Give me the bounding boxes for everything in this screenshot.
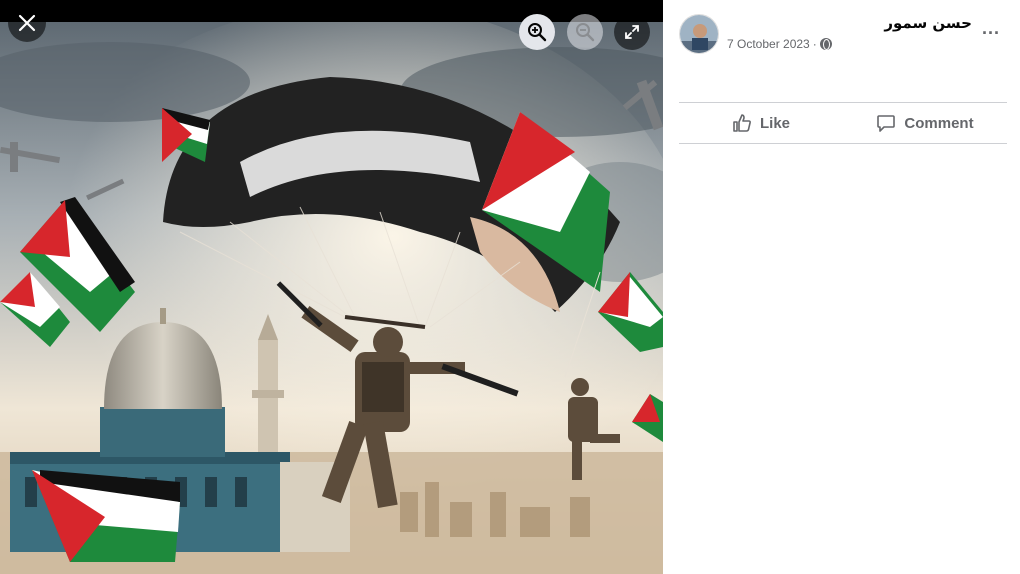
avatar[interactable] [679, 14, 719, 54]
fullscreen-button[interactable] [614, 14, 650, 50]
date-separator: · [812, 37, 817, 51]
close-button[interactable] [8, 4, 46, 42]
author-name[interactable]: حسن سمور [884, 14, 972, 32]
post-actions: Like Comment [679, 102, 1007, 144]
close-icon [18, 14, 36, 32]
globe-icon[interactable] [819, 38, 832, 50]
zoom-out-button[interactable] [567, 14, 603, 50]
zoom-out-icon [576, 23, 595, 42]
zoom-in-icon [528, 23, 547, 42]
like-icon [733, 114, 751, 132]
more-options-button[interactable]: ... [982, 18, 1000, 39]
post-sidebar: حسن سمور ... 7 October 2023 · Like Comme… [663, 0, 1020, 574]
like-label: Like [759, 114, 790, 132]
photo-viewer [0, 0, 663, 574]
like-button[interactable]: Like [679, 103, 843, 143]
post-meta: 7 October 2023 · [727, 37, 832, 51]
post-date[interactable]: 7 October 2023 [727, 37, 810, 51]
comment-button[interactable]: Comment [843, 103, 1007, 143]
comment-label: Comment [904, 114, 974, 132]
comment-icon [877, 115, 896, 132]
zoom-in-button[interactable] [519, 14, 555, 50]
post-photo[interactable] [0, 22, 663, 574]
fullscreen-icon [625, 25, 639, 39]
